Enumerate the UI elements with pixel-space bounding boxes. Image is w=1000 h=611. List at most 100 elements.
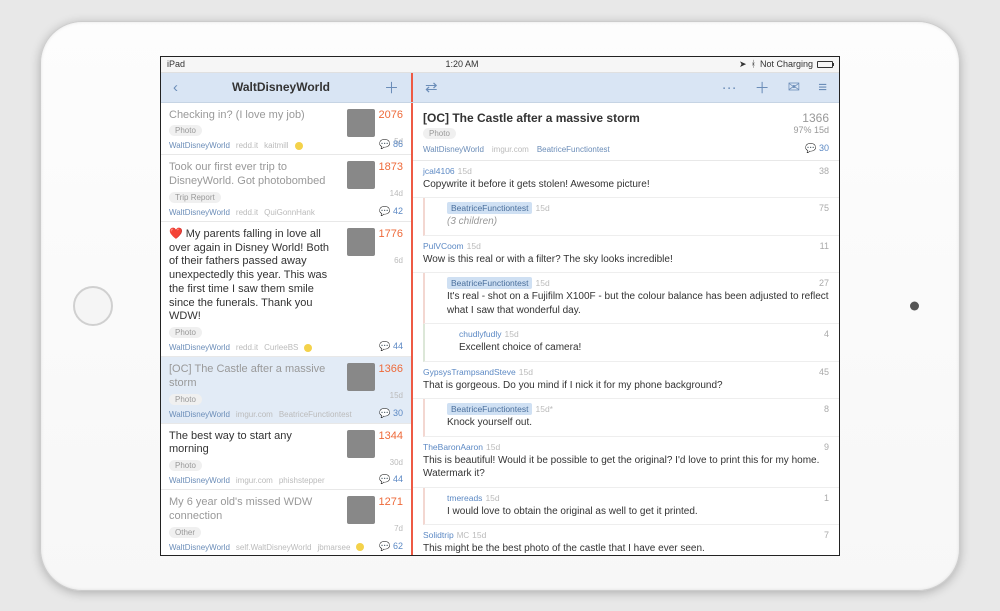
post-row[interactable]: [OC] The Castle after a massive stormPho… xyxy=(161,357,411,424)
comment-author[interactable]: BeatriceFunctiontest xyxy=(447,403,532,415)
post-score: 2076 xyxy=(379,109,403,121)
comment[interactable]: tmereads15d1I would love to obtain the o… xyxy=(423,488,839,526)
detail-comments-count[interactable]: 💬 30 xyxy=(805,143,829,154)
post-sub[interactable]: WaltDisneyWorld xyxy=(169,476,230,485)
comment-score: 38 xyxy=(819,166,829,176)
post-age: 15d xyxy=(347,391,403,400)
mail-icon[interactable]: ✉ xyxy=(784,76,805,98)
comment-age: 15d xyxy=(458,166,472,176)
comment-author[interactable]: TheBaronAaron xyxy=(423,442,483,452)
post-comments[interactable]: 💬 44 xyxy=(379,474,403,485)
screen: iPad 1:20 AM ➤ ᚼ Not Charging ‹ WaltDisn… xyxy=(160,56,840,556)
post-comments[interactable]: 💬 62 xyxy=(379,541,403,552)
post-list[interactable]: Checking in? (I love my job)Photo20765dW… xyxy=(161,103,413,555)
post-score: 1873 xyxy=(379,161,403,173)
post-comments[interactable]: 💬 42 xyxy=(379,206,403,217)
detail-author[interactable]: BeatriceFunctiontest xyxy=(537,145,610,154)
post-comments[interactable]: 💬 86 xyxy=(379,139,403,150)
status-right: ➤ ᚼ Not Charging xyxy=(739,59,833,70)
home-button[interactable] xyxy=(73,286,113,326)
post-domain[interactable]: redd.it xyxy=(236,141,258,150)
comment[interactable]: TheBaronAaron15d9This is beautiful! Woul… xyxy=(413,437,839,488)
post-row[interactable]: My 6 year old's missed WDW connectionOth… xyxy=(161,490,411,555)
detail-stats: 1366 97% 15d xyxy=(793,111,829,135)
bluetooth-icon: ᚼ xyxy=(751,59,756,69)
compose-icon[interactable]: ＋ xyxy=(380,75,403,100)
post-thumb[interactable] xyxy=(347,161,375,189)
comment-author[interactable]: tmereads xyxy=(447,493,482,503)
post-domain[interactable]: imgur.com xyxy=(236,476,273,485)
post-thumb[interactable] xyxy=(347,228,375,256)
post-right: 12717d xyxy=(347,496,403,533)
post-thumb[interactable] xyxy=(347,109,375,137)
post-thumb[interactable] xyxy=(347,496,375,524)
gold-badge-icon xyxy=(295,142,303,150)
post-author[interactable]: QuiGonnHank xyxy=(264,208,315,217)
comment[interactable]: jcal410615d38Copywrite it before it gets… xyxy=(413,161,839,199)
menu-icon[interactable]: ≡ xyxy=(814,77,831,98)
comment-head: BeatriceFunctiontest15d27 xyxy=(447,278,829,288)
comment-body: (3 children) xyxy=(447,215,829,229)
post-sub[interactable]: WaltDisneyWorld xyxy=(169,543,230,552)
post-thumb[interactable] xyxy=(347,430,375,458)
comment[interactable]: BeatriceFunctiontest15d27It's real - sho… xyxy=(423,273,839,324)
post-row[interactable]: Checking in? (I love my job)Photo20765dW… xyxy=(161,103,411,156)
location-icon: ➤ xyxy=(739,59,747,70)
header-left: ‹ WaltDisneyWorld ＋ xyxy=(161,73,413,102)
post-thumb[interactable] xyxy=(347,363,375,391)
comment[interactable]: PulVCoom15d11Wow is this real or with a … xyxy=(413,236,839,274)
comment-head: BeatriceFunctiontest15d*8 xyxy=(447,404,829,414)
comment-body: Knock yourself out. xyxy=(447,416,829,430)
clock: 1:20 AM xyxy=(446,59,479,69)
comment[interactable]: GypsysTrampsandSteve15d45That is gorgeou… xyxy=(413,362,839,400)
camera xyxy=(910,301,919,310)
comment-author[interactable]: BeatriceFunctiontest xyxy=(447,202,532,214)
post-author[interactable]: jbmarsee xyxy=(317,543,350,552)
comment-head: tmereads15d1 xyxy=(447,493,829,503)
post-comments[interactable]: 💬 30 xyxy=(379,408,403,419)
post-row[interactable]: ❤️ My parents falling in love all over a… xyxy=(161,222,411,357)
comment[interactable]: BeatriceFunctiontest15d*8 Knock yourself … xyxy=(423,399,839,437)
add-icon[interactable]: ＋ xyxy=(751,75,774,100)
detail-sub[interactable]: WaltDisneyWorld xyxy=(423,145,484,154)
post-tag: Photo xyxy=(169,460,202,471)
comment-author[interactable]: GypsysTrampsandSteve xyxy=(423,367,516,377)
post-author[interactable]: BeatriceFunctiontest xyxy=(279,410,352,419)
back-icon[interactable]: ‹ xyxy=(169,77,182,98)
post-domain[interactable]: redd.it xyxy=(236,208,258,217)
comment-score: 75 xyxy=(819,203,829,213)
post-score: 1776 xyxy=(379,228,403,240)
post-sub[interactable]: WaltDisneyWorld xyxy=(169,343,230,352)
post-author[interactable]: kaitmill xyxy=(264,141,288,150)
detail-pane[interactable]: [OC] The Castle after a massive storm Ph… xyxy=(413,103,839,555)
detail-domain[interactable]: imgur.com xyxy=(492,145,529,154)
swap-icon[interactable]: ⇄ xyxy=(421,76,442,98)
post-domain[interactable]: redd.it xyxy=(236,343,258,352)
post-row[interactable]: Took our first ever trip to DisneyWorld.… xyxy=(161,155,411,222)
post-domain[interactable]: imgur.com xyxy=(236,410,273,419)
post-score: 1344 xyxy=(379,430,403,442)
post-author[interactable]: phishstepper xyxy=(279,476,325,485)
comment-author[interactable]: PulVCoom xyxy=(423,241,464,251)
charge-label: Not Charging xyxy=(760,59,813,69)
subreddit-title[interactable]: WaltDisneyWorld xyxy=(232,80,330,94)
comment-author[interactable]: jcal4106 xyxy=(423,166,455,176)
post-domain[interactable]: self.WaltDisneyWorld xyxy=(236,543,312,552)
comment-age: 15d xyxy=(467,241,481,251)
comment[interactable]: BeatriceFunctiontest15d75(3 children) xyxy=(423,198,839,236)
comment-author[interactable]: chudlyfudly xyxy=(459,329,502,339)
comment-author[interactable]: BeatriceFunctiontest xyxy=(447,277,532,289)
more-icon[interactable]: ··· xyxy=(718,77,741,98)
comment-author[interactable]: Solidtrip xyxy=(423,530,454,540)
comment[interactable]: chudlyfudly15d4Excellent choice of camer… xyxy=(423,324,839,362)
comment-list: jcal410615d38Copywrite it before it gets… xyxy=(413,161,839,555)
post-comments[interactable]: 💬 44 xyxy=(379,341,403,352)
post-sub[interactable]: WaltDisneyWorld xyxy=(169,410,230,419)
post-sub[interactable]: WaltDisneyWorld xyxy=(169,141,230,150)
post-author[interactable]: CurleeBS xyxy=(264,343,298,352)
post-row[interactable]: The best way to start any morningPhoto13… xyxy=(161,424,411,491)
post-sub[interactable]: WaltDisneyWorld xyxy=(169,208,230,217)
comment-age: 15d xyxy=(519,367,533,377)
comment[interactable]: SolidtripMC15d7This might be the best ph… xyxy=(413,525,839,555)
post-meta: WaltDisneyWorld self.WaltDisneyWorld jbmar… xyxy=(169,543,403,552)
